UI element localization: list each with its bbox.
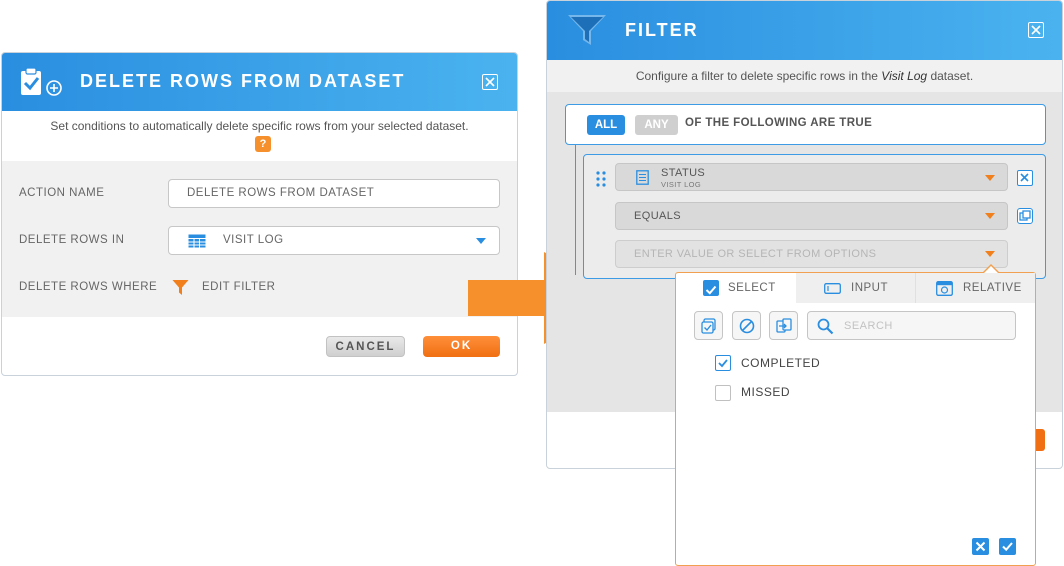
action-name-value: DELETE ROWS FROM DATASET xyxy=(187,187,375,199)
filter-dataset-name: Visit Log xyxy=(881,69,928,83)
match-mode-bar: ALL ANY OF THE FOLLOWING ARE TRUE xyxy=(565,104,1046,145)
dialog-title: DELETE ROWS FROM DATASET xyxy=(80,71,406,91)
delete-rows-in-label: DELETE ROWS IN xyxy=(19,234,125,246)
tab-relative-label: RELATIVE xyxy=(963,282,1022,294)
cancel-selection-icon[interactable] xyxy=(972,538,989,555)
invert-selection-button[interactable] xyxy=(769,311,798,340)
swap-icon xyxy=(776,318,792,333)
delete-rows-dialog: DELETE ROWS FROM DATASET Set conditions … xyxy=(1,52,518,376)
filter-dialog-title: FILTER xyxy=(625,20,699,40)
filter-icon xyxy=(172,280,189,295)
field-select[interactable]: STATUS VISIT LOG xyxy=(615,163,1008,191)
action-name-input[interactable]: DELETE ROWS FROM DATASET xyxy=(168,179,500,208)
chevron-down-icon xyxy=(985,175,995,181)
filter-description-prefix: Configure a filter to delete specific ro… xyxy=(635,69,878,83)
edit-filter-link[interactable]: EDIT FILTER xyxy=(202,281,275,293)
dialog-body: ACTION NAME DELETE ROWS FROM DATASET DEL… xyxy=(2,161,517,317)
confirm-selection-icon[interactable] xyxy=(999,538,1016,555)
match-condition-text: OF THE FOLLOWING ARE TRUE xyxy=(685,117,873,129)
chevron-down-icon xyxy=(476,238,486,244)
select-all-icon xyxy=(701,318,716,334)
option-label[interactable]: MISSED xyxy=(741,385,790,399)
select-checkbox-icon xyxy=(703,280,719,296)
funnel-icon xyxy=(568,15,606,45)
clipboard-add-icon xyxy=(21,67,62,96)
dialog-header: DELETE ROWS FROM DATASET xyxy=(2,53,517,111)
field-name: STATUS xyxy=(661,167,706,179)
all-toggle[interactable]: ALL xyxy=(587,115,625,135)
value-placeholder: ENTER VALUE OR SELECT FROM OPTIONS xyxy=(634,248,877,260)
search-icon xyxy=(817,318,834,335)
dataset-select[interactable]: VISIT LOG xyxy=(168,226,500,255)
close-icon[interactable] xyxy=(1028,22,1044,38)
tab-input-label: INPUT xyxy=(851,282,888,294)
action-name-label: ACTION NAME xyxy=(19,187,105,199)
search-placeholder: SEARCH xyxy=(844,320,893,332)
filter-description-suffix: dataset. xyxy=(930,69,974,83)
option-label[interactable]: COMPLETED xyxy=(741,356,820,370)
chevron-down-icon xyxy=(985,213,995,219)
search-input[interactable]: SEARCH xyxy=(807,311,1016,340)
tab-input[interactable]: INPUT xyxy=(796,273,915,303)
value-options-popover: SELECT INPUT RELATIVE SEARCH COMPLETED M… xyxy=(675,264,1036,566)
operator-select[interactable]: EQUALS xyxy=(615,202,1008,230)
filter-description: Configure a filter to delete specific ro… xyxy=(547,60,1062,92)
filter-dialog-header: FILTER xyxy=(547,1,1062,60)
operator-value: EQUALS xyxy=(634,210,682,222)
clear-selection-button[interactable] xyxy=(732,311,761,340)
close-icon[interactable] xyxy=(482,74,498,90)
value-input[interactable]: ENTER VALUE OR SELECT FROM OPTIONS xyxy=(615,240,1008,268)
ban-icon xyxy=(739,318,755,334)
input-field-icon xyxy=(824,283,841,294)
delete-rows-where-label: DELETE ROWS WHERE xyxy=(19,281,158,293)
document-icon xyxy=(636,170,649,185)
remove-rule-icon[interactable] xyxy=(1017,170,1033,186)
field-dataset: VISIT LOG xyxy=(661,180,702,189)
dialog-description: Set conditions to automatically delete s… xyxy=(50,119,469,133)
tree-connector xyxy=(575,145,576,275)
drag-handle-icon[interactable] xyxy=(596,171,606,187)
calendar-icon xyxy=(936,281,953,296)
help-icon[interactable]: ? xyxy=(255,136,271,152)
tab-select[interactable]: SELECT xyxy=(676,273,796,303)
cancel-button[interactable]: CANCEL xyxy=(326,336,405,357)
filter-rule: STATUS VISIT LOG EQUALS ENTER VALUE OR S… xyxy=(583,154,1046,279)
option-checkbox[interactable] xyxy=(715,385,731,401)
chevron-down-icon xyxy=(985,251,995,257)
copy-rule-icon[interactable] xyxy=(1017,208,1033,224)
tab-select-label: SELECT xyxy=(728,282,776,294)
tab-relative[interactable]: RELATIVE xyxy=(915,273,1035,303)
dataset-value: VISIT LOG xyxy=(223,234,284,246)
table-icon xyxy=(188,234,206,248)
select-all-button[interactable] xyxy=(694,311,723,340)
option-checkbox[interactable] xyxy=(715,355,731,371)
any-toggle[interactable]: ANY xyxy=(635,115,678,135)
